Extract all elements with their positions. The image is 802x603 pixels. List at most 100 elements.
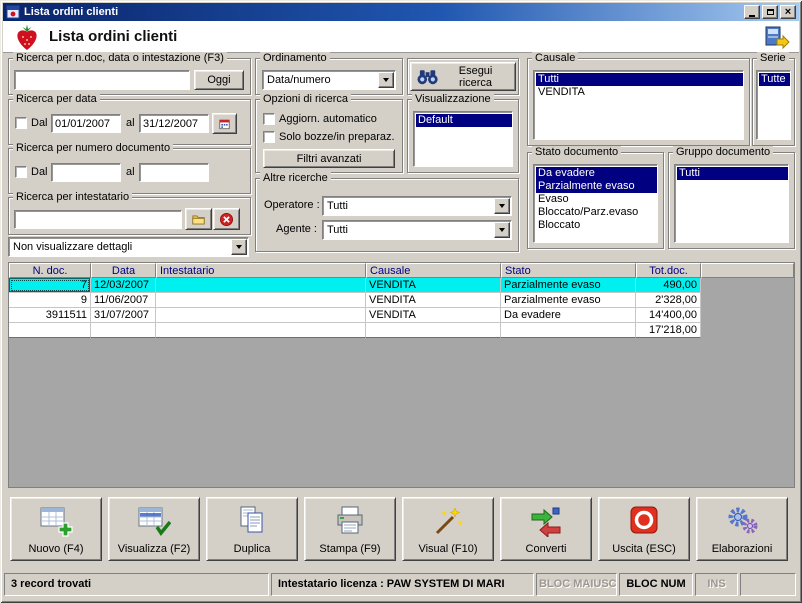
cell-causale[interactable]: VENDITA [366,308,501,323]
intestatario-input[interactable] [14,210,182,229]
list-item[interactable]: Da evadere [536,167,657,180]
column-header-filler [701,263,794,278]
cell-data[interactable]: 11/06/2007 [91,293,156,308]
calendar-button[interactable] [212,113,237,134]
dal-data-checkbox[interactable] [15,117,27,129]
operatore-select[interactable]: Tutti [322,196,512,216]
elaborazioni-button[interactable]: Elaborazioni [696,497,788,561]
today-button[interactable]: Oggi [194,70,244,90]
cell-ndoc[interactable]: 3911511 [9,308,91,323]
header-tool-icon[interactable] [764,24,790,50]
column-header-ndoc[interactable]: N. doc. [9,263,91,278]
cell-causale[interactable]: VENDITA [366,278,501,293]
panel-serie-label: Serie [757,52,789,65]
column-header-totdoc[interactable]: Tot.doc. [636,263,701,278]
dal-numero-checkbox[interactable] [15,166,27,178]
minimize-button[interactable] [744,5,760,19]
list-item[interactable]: Default [416,114,512,127]
converti-button[interactable]: Converti [500,497,592,561]
uscita-button[interactable]: Uscita (ESC) [598,497,690,561]
magic-wand-icon [435,507,464,535]
operatore-label: Operatore : [264,199,320,211]
cell-data[interactable]: 12/03/2007 [91,278,156,293]
visual-button[interactable]: Visual (F10) [402,497,494,561]
numero-al-input[interactable] [139,163,209,182]
solo-bozze-checkbox[interactable] [263,131,275,143]
header: Lista ordini clienti [3,21,799,53]
column-header-stato[interactable]: Stato [501,263,636,278]
status-numlock: BLOC NUM [619,573,693,596]
chevron-down-icon [231,239,247,255]
data-al-input[interactable] [139,114,209,133]
cell-stato[interactable]: Parzialmente evaso [501,278,636,293]
clear-intestatario-button[interactable] [213,208,240,230]
cell-causale[interactable]: VENDITA [366,293,501,308]
cell-stato[interactable]: Da evadere [501,308,636,323]
esegui-ricerca-button[interactable]: Esegui ricerca [410,62,516,91]
close-button[interactable]: × [780,5,796,19]
panel-stato-documento: Stato documento Da evadere Parzialmente … [527,146,664,249]
browse-intestatario-button[interactable] [185,208,212,230]
list-item[interactable]: VENDITA [536,86,743,99]
visualizza-button[interactable]: Visualizza (F2) [108,497,200,561]
titlebar: Lista ordini clienti × [3,3,799,21]
aggiorn-automatico-checkbox[interactable] [263,113,275,125]
panel-doc-search: Ricerca per n.doc, data o intestazione (… [8,52,251,95]
list-item[interactable]: Bloccato/Parz.evaso [536,206,657,219]
nuovo-button[interactable]: Nuovo (F4) [10,497,102,561]
agente-select[interactable]: Tutti [322,220,512,240]
cell-totdoc[interactable]: 2'328,00 [636,293,701,308]
dal-label: Dal [31,166,48,178]
duplica-label: Duplica [233,543,271,555]
column-header-data[interactable]: Data [91,263,156,278]
view-table-icon [138,507,171,536]
panel-serie: Serie Tutte [752,52,795,146]
dettagli-select[interactable]: Non visualizzare dettagli [8,237,249,257]
window-title: Lista ordini clienti [24,6,119,18]
panel-ricerca-data-label: Ricerca per data [13,93,100,106]
maximize-button[interactable] [762,5,778,19]
column-header-intestatario[interactable]: Intestatario [156,263,366,278]
solo-bozze-label: Solo bozze/in preparaz. [279,131,395,143]
panel-ricerca-numero: Ricerca per numero documento Dal al [8,142,251,194]
cell-intestatario[interactable] [156,278,366,293]
cell-ndoc[interactable]: 7 [9,278,91,293]
list-item[interactable]: Tutti [536,73,743,86]
numero-dal-input[interactable] [51,163,121,182]
cell-ndoc[interactable]: 9 [9,293,91,308]
list-item[interactable]: Tutti [677,167,788,180]
status-insert: INS [695,573,738,596]
list-item[interactable]: Evaso [536,193,657,206]
ordinamento-select[interactable]: Data/numero [262,70,396,90]
table-row[interactable]: 7 12/03/2007 VENDITA Parzialmente evaso … [9,278,794,293]
list-item[interactable]: Tutte [759,73,790,86]
agente-value: Tutti [327,224,348,236]
duplica-button[interactable]: Duplica [206,497,298,561]
cell-intestatario[interactable] [156,293,366,308]
page-title: Lista ordini clienti [49,28,178,45]
cell-stato[interactable]: Parzialmente evaso [501,293,636,308]
visual-label: Visual (F10) [418,543,478,555]
list-item[interactable]: Parzialmente evaso [536,180,657,193]
chevron-down-icon [494,198,510,214]
filtri-avanzati-button[interactable]: Filtri avanzati [263,149,395,168]
table-row[interactable]: 9 11/06/2007 VENDITA Parzialmente evaso … [9,293,794,308]
list-item[interactable]: Bloccato [536,219,657,232]
doc-search-input[interactable] [14,70,190,90]
chevron-down-icon [494,222,510,238]
agente-label: Agente : [276,223,317,235]
orders-grid: N. doc. Data Intestatario Causale Stato … [8,262,795,488]
cell-totdoc[interactable]: 490,00 [636,278,701,293]
column-header-causale[interactable]: Causale [366,263,501,278]
panel-altre-ricerche: Altre ricerche Operatore : Tutti Agente … [255,172,519,252]
cell-intestatario[interactable] [156,308,366,323]
cell-totdoc[interactable]: 14'400,00 [636,308,701,323]
app-window: Lista ordini clienti × Lista ordini clie… [0,0,802,603]
data-dal-input[interactable] [51,114,121,133]
cell-data[interactable]: 31/07/2007 [91,308,156,323]
table-row[interactable]: 3911511 31/07/2007 VENDITA Da evadere 14… [9,308,794,323]
stampa-button[interactable]: Stampa (F9) [304,497,396,561]
serie-listbox: Tutte [756,70,791,140]
panel-stato-documento-label: Stato documento [532,146,622,159]
chevron-down-icon [378,72,394,88]
